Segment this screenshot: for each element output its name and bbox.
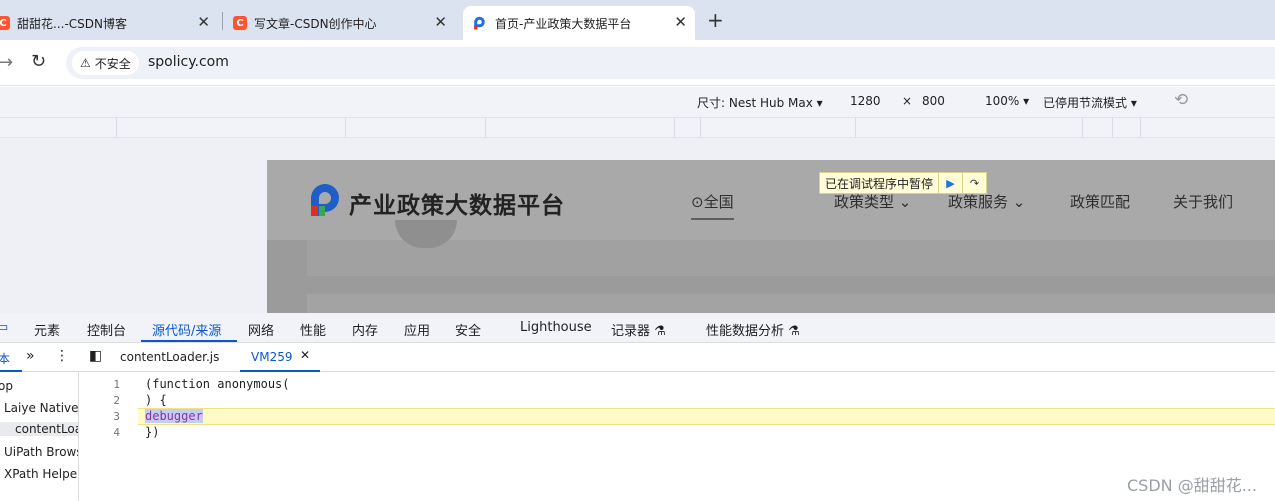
file-navigator: op Laiye Native ▯ contentLoa UiPath Brow…: [0, 372, 79, 501]
times-symbol: ×: [902, 94, 913, 108]
toggle-navigator-icon[interactable]: ◧: [89, 348, 102, 364]
file-tab-contentloader[interactable]: contentLoader.js: [120, 350, 219, 364]
tab-network[interactable]: 网络: [248, 320, 274, 339]
tab-application[interactable]: 应用: [404, 320, 430, 339]
tree-item-selected[interactable]: ▯ contentLoa: [0, 422, 78, 437]
browser-toolbar: → ↻ ⚠ 不安全 spolicy.com: [0, 40, 1275, 86]
site-logo-icon: [311, 184, 339, 216]
security-label: 不安全: [94, 56, 131, 71]
address-bar[interactable]: ⚠ 不安全 spolicy.com: [66, 47, 1275, 79]
more-tabs-icon[interactable]: »: [26, 348, 35, 364]
csdn-icon: C: [233, 16, 247, 30]
tab-separator: [222, 12, 223, 30]
content-strip: [307, 240, 1275, 276]
tab-security[interactable]: 安全: [455, 320, 481, 339]
url-text[interactable]: spolicy.com: [148, 54, 229, 70]
device-toolbar: 尺寸: Nest Hub Max ▾ 1280 × 800 100% ▾ 已停用…: [0, 87, 1275, 117]
tab-performance[interactable]: 性能: [300, 320, 326, 339]
forward-icon[interactable]: →: [0, 52, 13, 73]
zoom-select[interactable]: 100% ▾: [985, 94, 1029, 108]
flask-icon: ⚗: [654, 324, 666, 339]
inspect-icon[interactable]: ▭: [0, 320, 8, 335]
nav-about[interactable]: 关于我们: [1173, 191, 1233, 212]
tab-lighthouse[interactable]: Lighthouse: [520, 320, 592, 335]
file-tab-vm259[interactable]: VM259: [251, 350, 292, 364]
tab-title: 甜甜花...-CSDN博客: [17, 16, 127, 31]
spolicy-icon: [474, 16, 485, 29]
tab-performance-insights[interactable]: 性能数据分析 ⚗: [706, 320, 800, 339]
close-icon[interactable]: ✕: [674, 13, 687, 31]
security-chip[interactable]: ⚠ 不安全: [72, 51, 139, 75]
throttle-select[interactable]: 已停用节流模式 ▾: [1043, 94, 1137, 111]
line-number[interactable]: 2: [110, 394, 120, 407]
paused-label: 已在调试程序中暂停: [825, 176, 934, 191]
new-tab-button[interactable]: +: [707, 8, 724, 32]
rotate-icon[interactable]: ⟲: [1174, 90, 1188, 110]
csdn-icon: C: [0, 16, 10, 30]
code-line: ) {: [145, 393, 167, 407]
tree-item[interactable]: XPath Helper: [4, 467, 78, 481]
emulated-page: 产业政策大数据平台 ⊙全国 政策类型 ⌄ 政策服务 ⌄ 政策匹配 关于我们: [267, 160, 1275, 313]
resume-icon[interactable]: ▶: [938, 173, 962, 193]
close-icon[interactable]: ✕: [434, 13, 447, 31]
browser-tab-editor[interactable]: C 写文章-CSDN创作中心 ✕: [233, 6, 455, 40]
warning-icon: ⚠: [80, 56, 91, 70]
nav-location[interactable]: ⊙全国: [691, 191, 734, 220]
step-over-icon[interactable]: ↷: [962, 173, 986, 193]
sources-toolbar: 本 » ⋮ ◧ contentLoader.js VM259 ✕: [0, 343, 1275, 372]
code-line: }): [145, 425, 160, 439]
paused-banner: 已在调试程序中暂停 ▶ ↷: [819, 172, 988, 194]
tab-console[interactable]: 控制台: [87, 320, 126, 339]
browser-tab-strip: C 甜甜花...-CSDN博客 ✕ C 写文章-CSDN创作中心 ✕ 首页-产业…: [0, 0, 1275, 40]
page-tab[interactable]: 本: [0, 350, 10, 367]
nav-policy-service[interactable]: 政策服务 ⌄: [948, 191, 1025, 212]
tab-title: 写文章-CSDN创作中心: [254, 16, 377, 31]
close-icon[interactable]: ✕: [300, 348, 310, 362]
line-number[interactable]: 1: [110, 378, 120, 391]
line-number[interactable]: 4: [110, 426, 120, 439]
tab-elements[interactable]: 元素: [34, 320, 60, 339]
height-input[interactable]: 800: [922, 94, 945, 108]
tab-sources[interactable]: 源代码/来源: [152, 320, 221, 339]
close-icon[interactable]: ✕: [197, 13, 210, 31]
content-strip: [307, 294, 1275, 313]
tree-item[interactable]: op: [0, 379, 13, 393]
media-query-ruler: [0, 117, 1275, 138]
tree-item[interactable]: Laiye Native: [4, 401, 78, 415]
active-tab-indicator: [141, 340, 237, 342]
flask-icon: ⚗: [788, 324, 800, 339]
site-title: 产业政策大数据平台: [349, 193, 565, 219]
debugger-statement: debugger: [145, 409, 203, 423]
reload-icon[interactable]: ↻: [31, 51, 46, 72]
tab-recorder[interactable]: 记录器 ⚗: [611, 320, 666, 339]
tab-memory[interactable]: 内存: [352, 320, 378, 339]
line-number[interactable]: 3: [110, 410, 120, 423]
browser-tab-blog[interactable]: C 甜甜花...-CSDN博客 ✕: [0, 6, 218, 40]
watermark: CSDN @甜甜花...: [1127, 476, 1257, 495]
file-icon: ▯: [0, 423, 1, 437]
browser-tab-spolicy[interactable]: 首页-产业政策大数据平台 ✕: [463, 6, 695, 40]
tree-item[interactable]: UiPath Brows: [4, 445, 78, 459]
nav-policy-type[interactable]: 政策类型 ⌄: [834, 191, 911, 212]
nav-policy-match[interactable]: 政策匹配: [1070, 191, 1130, 212]
tab-title: 首页-产业政策大数据平台: [495, 16, 632, 31]
device-select[interactable]: 尺寸: Nest Hub Max ▾: [697, 94, 823, 111]
more-options-icon[interactable]: ⋮: [55, 348, 69, 364]
code-line: (function anonymous(: [145, 377, 290, 391]
width-input[interactable]: 1280: [850, 94, 881, 108]
code-editor[interactable]: 1 2 3 4 (function anonymous( ) { debugge…: [80, 372, 1275, 501]
devtools-tab-bar: ▭ 元素 控制台 源代码/来源 网络 性能 内存 应用 安全 Lighthous…: [0, 313, 1275, 343]
paused-line-highlight: [138, 408, 1275, 425]
